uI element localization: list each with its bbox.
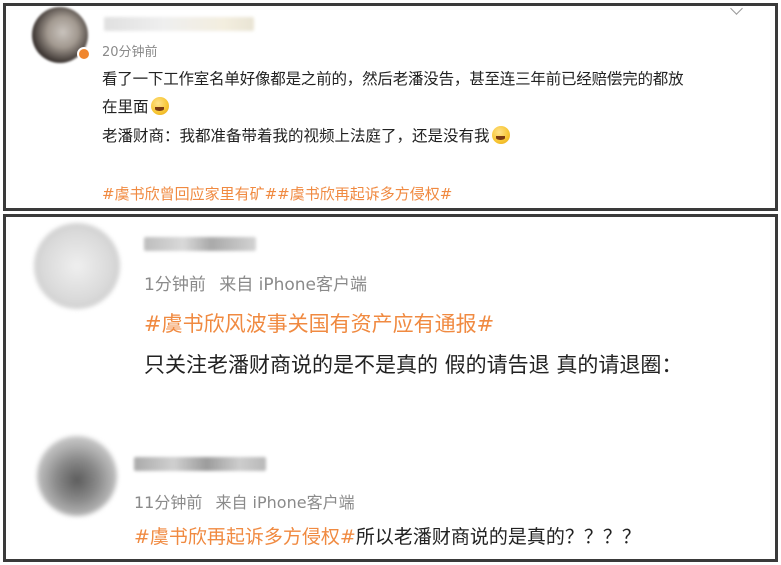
comment-text-line1: 看了一下工作室名单好像都是之前的，然后老潘没告，甚至连三年前已经赔偿完的都放 — [102, 70, 684, 88]
hashtag-link[interactable]: #虞书欣再起诉多方侵权# — [134, 526, 356, 548]
avatar[interactable] — [34, 223, 120, 309]
username-blurred[interactable] — [104, 17, 254, 31]
comment-text-line3: 老潘财商：我都准备带着我的视频上法庭了，还是没有我 — [102, 124, 510, 146]
grin-sweat-emoji-icon — [491, 126, 510, 144]
comment-text-row: #虞书欣再起诉多方侵权#所以老潘财商说的是真的？？？？ — [134, 522, 641, 549]
avatar[interactable] — [37, 436, 117, 516]
comment-text-line2-text: 在里面 — [102, 98, 149, 116]
time-text: 11分钟前 — [134, 493, 203, 512]
dropdown-chevron-icon[interactable] — [730, 2, 743, 15]
source-text: 来自 iPhone客户端 — [219, 275, 368, 295]
source-text: 来自 iPhone客户端 — [215, 493, 355, 512]
comment-time: 1分钟前 来自 iPhone客户端 — [144, 270, 367, 295]
comment-time: 20分钟前 — [102, 45, 158, 60]
time-text: 1分钟前 — [144, 275, 206, 295]
username-blurred[interactable] — [134, 457, 266, 471]
laugh-cry-emoji-icon — [150, 97, 169, 115]
comment-list-panel: 1分钟前 来自 iPhone客户端 #虞书欣风波事关国有资产应有通报# 只关注老… — [3, 214, 778, 562]
verified-badge-icon — [77, 47, 91, 61]
username-blurred[interactable] — [144, 237, 256, 251]
comment-text-line2: 在里面 — [102, 95, 169, 117]
comment-time: 11分钟前 来自 iPhone客户端 — [134, 489, 355, 513]
hashtag-links[interactable]: #虞书欣曾回应家里有矿##虞书欣再起诉多方侵权# — [102, 183, 452, 204]
comment-text: 所以老潘财商说的是真的？？？？ — [355, 526, 641, 548]
comment-card-1: 20分钟前 看了一下工作室名单好像都是之前的，然后老潘没告，甚至连三年前已经赔偿… — [3, 2, 778, 211]
comment-text-line3-text: 老潘财商：我都准备带着我的视频上法庭了，还是没有我 — [102, 127, 490, 145]
hashtag-link[interactable]: #虞书欣风波事关国有资产应有通报# — [144, 308, 494, 338]
comment-text: 只关注老潘财商说的是不是真的 假的请告退 真的请退圈： — [144, 353, 683, 377]
